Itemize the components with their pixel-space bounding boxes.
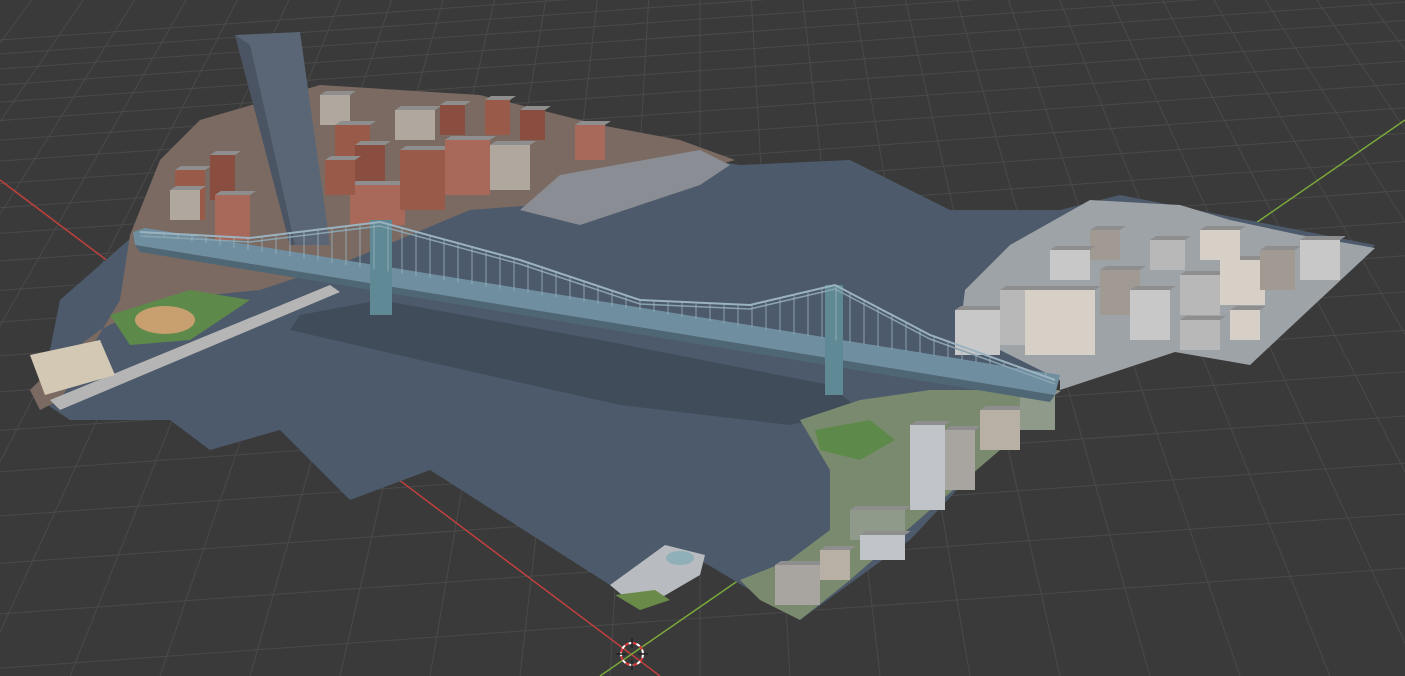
building-block — [1150, 240, 1185, 270]
building-roof — [1050, 246, 1096, 250]
building-roof — [1130, 286, 1176, 290]
building-roof — [1300, 236, 1346, 240]
building-roof — [1150, 236, 1191, 240]
viewport-scene[interactable] — [0, 0, 1405, 676]
building-block — [490, 145, 530, 190]
building-block — [910, 425, 945, 510]
building-block — [1130, 290, 1170, 340]
bridge-tower-left — [370, 220, 392, 315]
building-block — [440, 105, 465, 135]
building-block — [1230, 310, 1260, 340]
building-block — [575, 125, 605, 160]
building-roof — [575, 121, 611, 125]
building-block — [485, 100, 510, 135]
building-roof — [1025, 286, 1101, 290]
building-block — [775, 565, 820, 605]
building-roof — [175, 166, 211, 170]
building-block — [860, 535, 905, 560]
building-roof — [1180, 316, 1226, 320]
building-block — [520, 110, 545, 140]
building-block — [350, 185, 405, 225]
building-block — [325, 160, 355, 195]
3d-viewport[interactable] — [0, 0, 1405, 676]
building-block — [400, 150, 445, 210]
building-block — [1025, 290, 1095, 355]
building-roof — [1180, 271, 1226, 275]
building-roof — [1230, 306, 1266, 310]
building-roof — [170, 186, 206, 190]
building-roof — [910, 421, 951, 425]
building-block — [980, 410, 1020, 450]
building-block — [1260, 250, 1295, 290]
building-roof — [355, 141, 391, 145]
building-roof — [395, 106, 441, 110]
building-block — [1090, 230, 1120, 260]
building-roof — [955, 306, 1006, 310]
building-block — [1300, 240, 1340, 280]
building-roof — [320, 91, 356, 95]
building-roof — [1100, 266, 1146, 270]
building-roof — [820, 546, 856, 550]
building-block — [445, 140, 490, 195]
building-roof — [850, 506, 911, 510]
building-block — [170, 190, 200, 220]
building-block — [1180, 320, 1220, 350]
building-roof — [1200, 226, 1246, 230]
building-block — [1050, 250, 1090, 280]
building-roof — [490, 141, 536, 145]
building-roof — [775, 561, 826, 565]
building-roof — [400, 146, 451, 150]
building-roof — [325, 156, 361, 160]
building-roof — [945, 426, 981, 430]
building-roof — [1260, 246, 1301, 250]
building-roof — [980, 406, 1026, 410]
building-block — [1180, 275, 1220, 315]
building-roof — [335, 121, 376, 125]
building-block — [1200, 230, 1240, 260]
building-block — [355, 145, 385, 185]
building-block — [320, 95, 350, 125]
building-roof — [1090, 226, 1126, 230]
building-roof — [445, 136, 496, 140]
building-block — [945, 430, 975, 490]
building-block — [820, 550, 850, 580]
building-block — [395, 110, 435, 140]
building-block — [1220, 260, 1265, 305]
building-roof — [215, 191, 256, 195]
building-block — [215, 195, 250, 240]
bottom-pier-pool — [666, 551, 694, 565]
ballfield-diamond — [135, 306, 195, 334]
bridge-tower-right — [825, 285, 843, 395]
building-roof — [860, 531, 911, 535]
